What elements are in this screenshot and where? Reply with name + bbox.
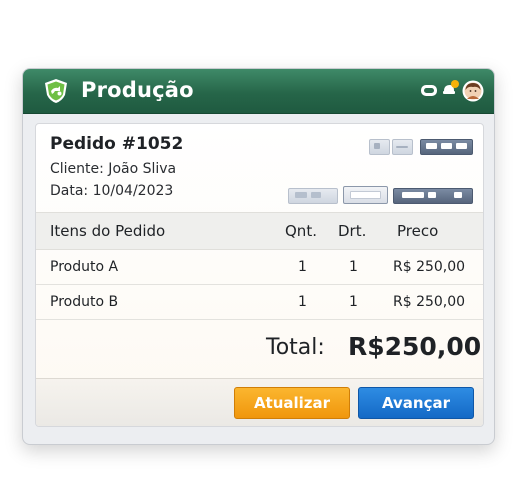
header-items: Itens do Pedido xyxy=(50,222,166,240)
order-date: Data: 10/04/2023 xyxy=(50,183,174,199)
table-row[interactable]: Produto B 1 1 R$ 250,00 xyxy=(36,285,483,320)
next-button[interactable]: Avançar xyxy=(358,387,474,419)
view-detail-button[interactable] xyxy=(392,139,413,155)
view-list-button[interactable] xyxy=(369,139,390,155)
row-price: R$ 250,00 xyxy=(393,294,466,310)
order-title: Pedido #1052 xyxy=(50,134,184,154)
table-row[interactable]: Produto A 1 1 R$ 250,00 xyxy=(36,250,483,285)
total-label: Total: xyxy=(266,335,325,360)
update-button[interactable]: Atualizar xyxy=(234,387,350,419)
production-window: Produção Pedido #1052 Cliente: João Sliv… xyxy=(22,68,495,445)
row-drt: 1 xyxy=(349,259,358,275)
order-client: Cliente: João Sliva xyxy=(50,161,177,177)
export-button[interactable] xyxy=(343,186,388,204)
app-shield-icon xyxy=(45,79,67,103)
filter-button[interactable] xyxy=(288,188,338,204)
chat-icon[interactable] xyxy=(420,83,438,99)
row-item-name: Produto B xyxy=(50,294,119,310)
row-price: R$ 250,00 xyxy=(393,259,466,275)
row-drt: 1 xyxy=(349,294,358,310)
table-header: Itens do Pedido Qnt. Drt. Preco xyxy=(36,212,483,250)
print-button[interactable] xyxy=(393,188,473,204)
row-qty: 1 xyxy=(298,259,307,275)
total-value: R$250,00 xyxy=(348,332,482,361)
user-avatar-icon[interactable] xyxy=(462,80,484,102)
notification-icon[interactable] xyxy=(442,80,460,98)
window-title: Produção xyxy=(81,78,194,102)
action-footer: Atualizar Avançar xyxy=(36,378,483,426)
view-grid-button[interactable] xyxy=(420,139,473,155)
header-drt: Drt. xyxy=(338,222,367,240)
header-qty: Qnt. xyxy=(285,222,317,240)
row-qty: 1 xyxy=(298,294,307,310)
title-bar: Produção xyxy=(23,69,494,114)
header-price: Preco xyxy=(397,222,439,240)
order-card: Pedido #1052 Cliente: João Sliva Data: 1… xyxy=(35,123,484,427)
row-item-name: Produto A xyxy=(50,259,119,275)
